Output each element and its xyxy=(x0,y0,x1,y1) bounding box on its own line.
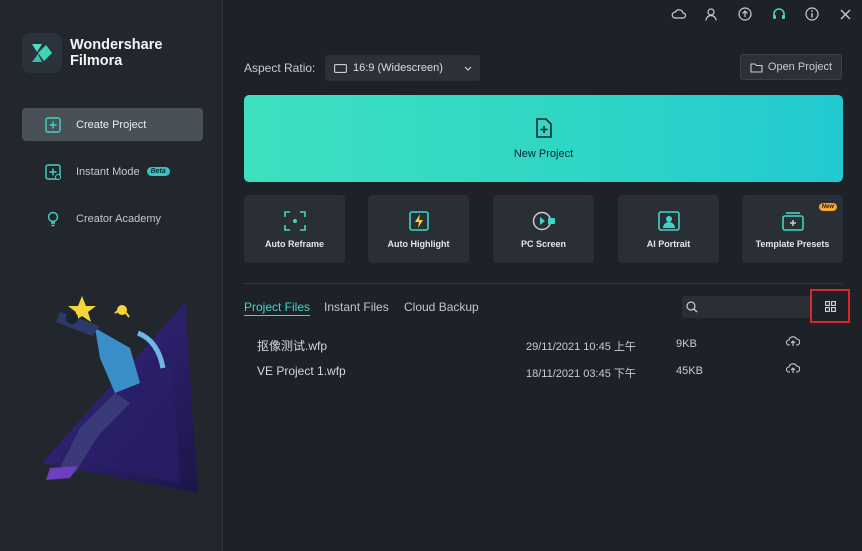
auto-reframe-tile[interactable]: Auto Reframe xyxy=(244,195,345,263)
user-icon[interactable] xyxy=(703,6,719,22)
logo: Wondershare Filmora xyxy=(22,33,162,73)
pc-screen-icon xyxy=(532,209,556,233)
template-presets-icon xyxy=(781,209,805,233)
file-name: 抠像测试.wfp xyxy=(257,339,328,353)
create-project-icon xyxy=(44,116,62,134)
widescreen-icon xyxy=(334,63,347,73)
tile-label: Auto Reframe xyxy=(264,239,324,249)
tile-label: Template Presets xyxy=(755,239,830,249)
auto-highlight-icon xyxy=(407,209,431,233)
cloud-upload-icon[interactable] xyxy=(785,335,801,350)
section-divider xyxy=(244,283,843,284)
tab-cloud-backup[interactable]: Cloud Backup xyxy=(404,300,479,314)
sidebar-item-creator-academy[interactable]: Creator Academy xyxy=(22,202,203,235)
creator-illustration xyxy=(42,296,198,493)
table-row[interactable]: VE Project 1.wfp 18/11/2021 03:45 下午 45K… xyxy=(244,360,843,384)
search-input[interactable] xyxy=(682,296,812,318)
folder-icon xyxy=(750,62,763,73)
tile-label: PC Screen xyxy=(520,239,567,249)
cloud-icon[interactable] xyxy=(670,6,686,22)
beta-badge: Beta xyxy=(146,167,170,176)
open-project-button[interactable]: Open Project xyxy=(740,54,842,80)
aspect-ratio-value: 16:9 (Widescreen) xyxy=(353,62,443,74)
headset-icon[interactable] xyxy=(771,6,787,22)
new-project-button[interactable]: New Project xyxy=(244,95,843,182)
file-size: 9KB xyxy=(676,338,697,350)
grid-view-button[interactable] xyxy=(810,289,850,323)
file-size: 45KB xyxy=(676,365,703,377)
chevron-down-icon xyxy=(464,63,472,75)
auto-highlight-tile[interactable]: Auto Highlight xyxy=(368,195,469,263)
sidebar-item-label: Creator Academy xyxy=(76,212,161,225)
file-date: 18/11/2021 03:45 下午 xyxy=(526,368,636,380)
sidebar-item-create-project[interactable]: Create Project xyxy=(22,108,203,141)
auto-reframe-icon xyxy=(283,209,307,233)
tile-label: Auto Highlight xyxy=(387,239,450,249)
new-badge: New xyxy=(818,203,837,211)
sidebar-item-label: Instant Mode xyxy=(76,165,140,178)
upload-icon[interactable] xyxy=(737,6,753,22)
tile-label: AI Portrait xyxy=(646,239,691,249)
search-icon xyxy=(686,301,698,313)
cloud-upload-icon[interactable] xyxy=(785,362,801,377)
bulb-icon xyxy=(44,210,62,228)
sidebar: Wondershare Filmora Create Project Insta… xyxy=(0,0,223,551)
file-date: 29/11/2021 10:45 上午 xyxy=(526,341,636,353)
filmora-logo-icon xyxy=(22,33,62,73)
open-project-label: Open Project xyxy=(767,61,833,73)
aspect-ratio-select[interactable]: 16:9 (Widescreen) xyxy=(325,55,480,81)
ai-portrait-tile[interactable]: AI Portrait xyxy=(618,195,719,263)
grid-view-icon xyxy=(824,300,836,312)
brand-line1: Wondershare xyxy=(70,37,163,53)
brand-line2: Filmora xyxy=(70,53,123,69)
new-file-icon xyxy=(535,117,553,138)
pc-screen-tile[interactable]: PC Screen xyxy=(493,195,594,263)
template-presets-tile[interactable]: New Template Presets xyxy=(742,195,843,263)
instant-mode-icon xyxy=(44,163,62,181)
info-icon[interactable] xyxy=(804,6,820,22)
sidebar-item-instant-mode[interactable]: Instant Mode Beta xyxy=(22,155,203,188)
close-icon[interactable] xyxy=(837,6,853,22)
aspect-ratio-label: Aspect Ratio: xyxy=(244,61,316,75)
new-project-label: New Project xyxy=(513,147,574,160)
table-row[interactable]: 抠像测试.wfp 29/11/2021 10:45 上午 9KB xyxy=(244,333,843,357)
tab-instant-files[interactable]: Instant Files xyxy=(324,300,389,314)
file-name: VE Project 1.wfp xyxy=(257,364,346,378)
sidebar-item-label: Create Project xyxy=(76,118,147,131)
tab-project-files[interactable]: Project Files xyxy=(244,300,311,316)
ai-portrait-icon xyxy=(657,209,681,233)
